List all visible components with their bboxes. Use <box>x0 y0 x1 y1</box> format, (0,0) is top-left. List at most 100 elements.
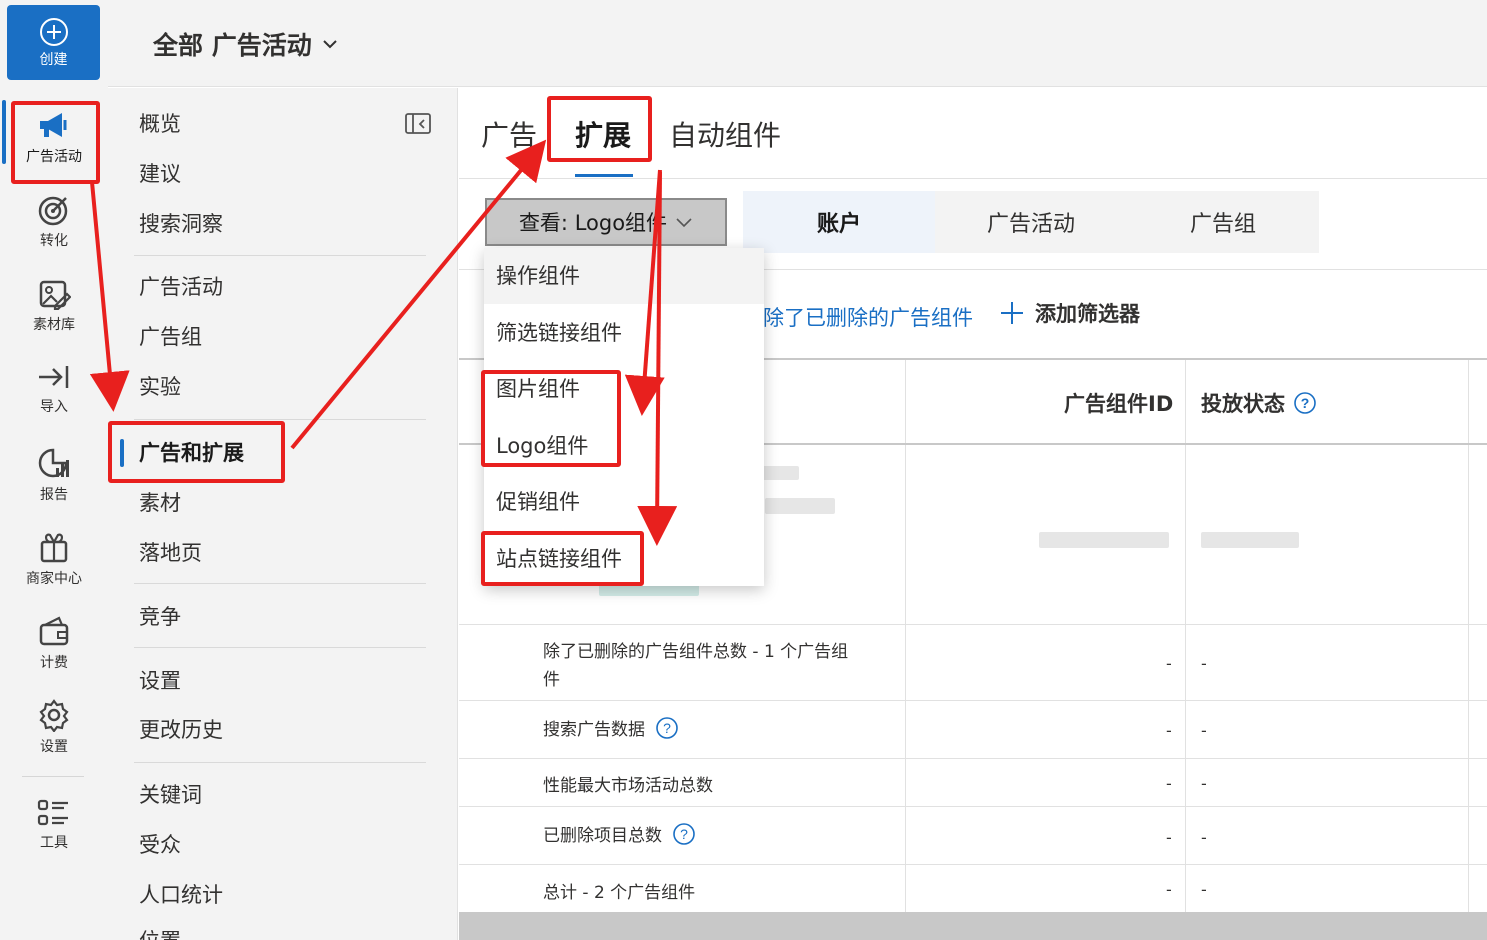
row-divider <box>459 806 1487 807</box>
summary-id-value: - <box>1166 654 1172 673</box>
col-header-label: 广告组件ID <box>1064 392 1174 416</box>
report-icon <box>38 448 69 478</box>
nav-divider <box>134 583 426 584</box>
view-select-label: 查看: Logo组件 <box>518 211 668 235</box>
active-filter-link[interactable]: 除了已删除的广告组件 <box>763 302 973 332</box>
help-icon[interactable]: ? <box>1293 391 1317 415</box>
summary-id-value: - <box>1166 828 1172 847</box>
tabs-divider <box>459 178 1487 179</box>
redacted-cell <box>759 466 799 480</box>
redacted-cell <box>765 498 835 514</box>
chevron-down-icon <box>323 40 337 49</box>
nav-item-settings[interactable]: 设置 <box>139 666 181 696</box>
gear-icon <box>39 699 69 732</box>
level-tab-campaigns[interactable]: 广告活动 <box>935 191 1127 253</box>
level-tab-ad-groups[interactable]: 广告组 <box>1127 191 1319 253</box>
import-icon <box>39 366 69 388</box>
level-tab-account[interactable]: 账户 <box>743 191 935 253</box>
horizontal-scrollbar[interactable] <box>459 912 1487 940</box>
rail-label: 导入 <box>40 399 68 415</box>
plus-icon <box>1001 302 1023 324</box>
nav-item-landing-pages[interactable]: 落地页 <box>139 538 202 568</box>
summary-label: 总计 - 2 个广告组件 <box>543 883 696 903</box>
menu-item-filter-link-asset[interactable]: 筛选链接组件 <box>484 305 764 361</box>
summary-label: 除了已删除的广告组件总数 - 1 个广告组 <box>543 642 849 662</box>
summary-status-value: - <box>1201 828 1207 847</box>
nav-item-demographics[interactable]: 人口统计 <box>139 880 223 910</box>
rail-label: 商家中心 <box>26 571 82 587</box>
nav-item-experiments[interactable]: 实验 <box>139 372 181 402</box>
create-label: 创建 <box>39 52 68 68</box>
scope-selector[interactable]: 全部 广告活动 <box>153 26 338 62</box>
col-header-delivery-status[interactable]: 投放状态 ? <box>1201 388 1317 418</box>
svg-text:?: ? <box>1301 395 1310 411</box>
tab-auto-assets[interactable]: 自动组件 <box>669 114 781 154</box>
rail-item-asset-library[interactable]: 素材库 <box>0 268 108 348</box>
annotation-box-ads-extensions <box>108 421 285 483</box>
rail-item-billing[interactable]: 计费 <box>0 604 108 684</box>
col-header-label: 投放状态 <box>1201 392 1285 416</box>
add-filter-button[interactable]: 添加筛选器 <box>999 298 1140 328</box>
summary-label-cont: 件 <box>543 670 560 690</box>
nav-item-overview[interactable]: 概览 <box>139 109 181 139</box>
nav-item-change-history[interactable]: 更改历史 <box>139 715 223 745</box>
nav-item-search-insights[interactable]: 搜索洞察 <box>139 209 223 239</box>
nav-divider <box>134 647 426 648</box>
summary-id-value: - <box>1166 880 1172 899</box>
summary-row-search-data: 搜索广告数据 ? <box>543 715 679 740</box>
summary-id-value: - <box>1166 721 1172 740</box>
view-select-dropdown[interactable]: 查看: Logo组件 <box>485 198 727 246</box>
summary-row-pmax: 性能最大市场活动总数 <box>543 771 713 796</box>
nav-item-keywords[interactable]: 关键词 <box>139 780 202 810</box>
rail-item-reports[interactable]: 报告 <box>0 436 108 516</box>
gift-icon <box>40 533 68 563</box>
rail-item-conversions[interactable]: 转化 <box>0 184 108 264</box>
annotation-box-campaigns <box>11 101 100 184</box>
nav-item-audiences[interactable]: 受众 <box>139 830 181 860</box>
wallet-icon <box>39 616 69 646</box>
rail-item-settings[interactable]: 设置 <box>0 688 108 768</box>
rail-label: 工具 <box>40 835 68 851</box>
menu-item-action-asset[interactable]: 操作组件 <box>484 248 764 304</box>
nav-item-ad-groups[interactable]: 广告组 <box>139 322 202 352</box>
nav-divider <box>134 762 426 763</box>
image-edit-icon <box>39 280 71 310</box>
help-icon[interactable]: ? <box>672 822 696 846</box>
row-divider <box>459 700 1487 701</box>
rail-item-merchant-center[interactable]: 商家中心 <box>0 520 108 600</box>
annotation-box-extensions-tab <box>547 96 652 162</box>
help-icon[interactable]: ? <box>655 716 679 740</box>
level-tabs: 账户 广告活动 广告组 <box>743 191 1319 253</box>
rail-item-tools[interactable]: 工具 <box>0 788 108 868</box>
menu-item-promotion-asset[interactable]: 促销组件 <box>484 474 764 530</box>
summary-status-value: - <box>1201 721 1207 740</box>
rail-label: 报告 <box>40 487 68 503</box>
top-header: 全部 广告活动 <box>108 0 1487 87</box>
col-header-asset-id[interactable]: 广告组件ID <box>1064 388 1173 418</box>
summary-label: 已删除项目总数 <box>543 826 662 846</box>
tab-ads[interactable]: 广告 <box>481 114 537 154</box>
tools-list-icon <box>37 799 68 826</box>
nav-item-assets[interactable]: 素材 <box>139 488 181 518</box>
row-divider <box>459 758 1487 759</box>
nav-item-locations[interactable]: 位置 <box>139 926 181 940</box>
rail-label: 计费 <box>40 655 68 671</box>
nav-item-campaigns[interactable]: 广告活动 <box>139 272 223 302</box>
summary-label: 搜索广告数据 <box>543 720 645 740</box>
create-button[interactable]: 创建 <box>7 5 100 80</box>
rail-label: 素材库 <box>33 317 75 333</box>
summary-status-value: - <box>1201 654 1207 673</box>
nav-item-recommendations[interactable]: 建议 <box>139 159 181 189</box>
nav-item-competition[interactable]: 竞争 <box>139 602 181 632</box>
scope-label: 全部 广告活动 <box>153 31 312 60</box>
summary-status-value: - <box>1201 880 1207 899</box>
target-icon <box>38 196 68 226</box>
collapse-panel-icon[interactable] <box>404 112 432 136</box>
nav-divider <box>134 255 426 256</box>
svg-text:?: ? <box>680 826 688 842</box>
summary-label: 性能最大市场活动总数 <box>543 776 713 796</box>
annotation-box-image-logo <box>481 370 621 467</box>
rail-divider <box>22 776 84 777</box>
summary-id-value: - <box>1166 774 1172 793</box>
rail-item-import[interactable]: 导入 <box>0 352 108 432</box>
